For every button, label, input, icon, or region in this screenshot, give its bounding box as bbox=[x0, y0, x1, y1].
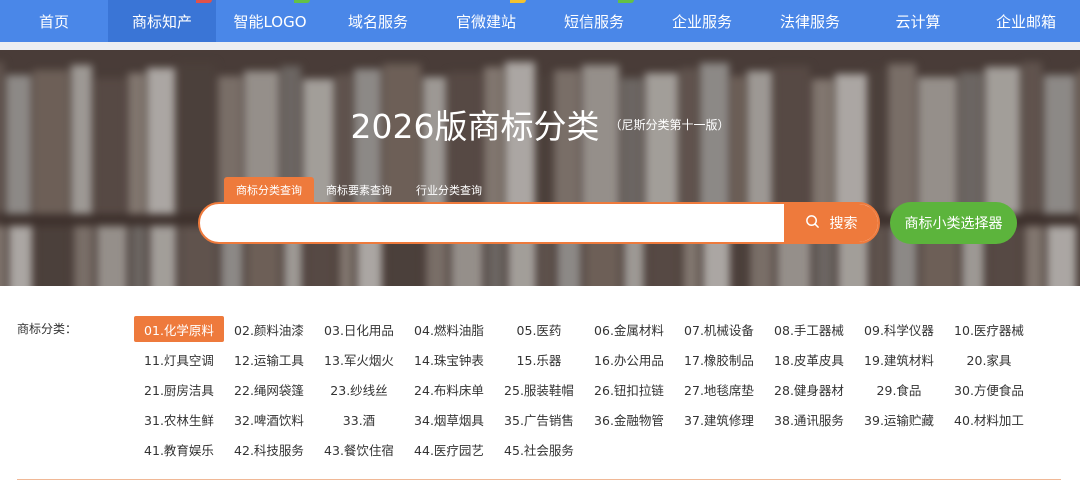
search-input[interactable] bbox=[200, 204, 784, 242]
category-item[interactable]: 03.日化用品 bbox=[314, 316, 404, 342]
category-item[interactable]: 10.医疗器械 bbox=[944, 316, 1034, 342]
category-item[interactable]: 32.啤酒饮料 bbox=[224, 406, 314, 432]
category-item[interactable]: 09.科学仪器 bbox=[854, 316, 944, 342]
category-item[interactable]: 21.厨房洁具 bbox=[134, 376, 224, 402]
search-button-label: 搜索 bbox=[829, 216, 858, 232]
search-button[interactable]: 搜索 bbox=[784, 204, 878, 242]
category-item[interactable]: 39.运输贮藏 bbox=[854, 406, 944, 432]
category-item[interactable]: 27.地毯席垫 bbox=[674, 376, 764, 402]
nav-badge-icon bbox=[618, 0, 634, 3]
category-item[interactable]: 16.办公用品 bbox=[584, 346, 674, 372]
category-item[interactable]: 30.方便食品 bbox=[944, 376, 1034, 402]
category-item[interactable]: 42.科技服务 bbox=[224, 436, 314, 462]
category-item[interactable]: 22.绳网袋篷 bbox=[224, 376, 314, 402]
nav-badge-icon bbox=[196, 0, 212, 3]
nav-item-9[interactable]: 企业邮箱 bbox=[972, 0, 1080, 42]
category-item[interactable]: 12.运输工具 bbox=[224, 346, 314, 372]
category-label: 商标分类： bbox=[17, 322, 78, 336]
category-item[interactable]: 02.颜料油漆 bbox=[224, 316, 314, 342]
nav-item-label: 首页 bbox=[38, 12, 69, 31]
category-item[interactable]: 28.健身器材 bbox=[764, 376, 854, 402]
divider-line bbox=[17, 479, 1061, 480]
nav-item-8[interactable]: 云计算 bbox=[864, 0, 972, 42]
search-tab-0[interactable]: 商标分类查询 bbox=[224, 177, 314, 202]
category-item[interactable]: 01.化学原料 bbox=[134, 316, 224, 342]
page-subtitle: （尼斯分类第十一版） bbox=[609, 117, 730, 132]
subclass-picker-button[interactable]: 商标小类选择器 bbox=[890, 202, 1017, 244]
nav-item-label: 短信服务 bbox=[563, 12, 624, 31]
category-item[interactable]: 34.烟草烟具 bbox=[404, 406, 494, 432]
nav-item-2[interactable]: 智能LOGO bbox=[216, 0, 324, 42]
category-item[interactable]: 05.医药 bbox=[494, 316, 584, 342]
hero-title-block: 2026版商标分类 （尼斯分类第十一版） bbox=[0, 100, 1080, 148]
category-item[interactable]: 36.金融物管 bbox=[584, 406, 674, 432]
nav-item-label: 智能LOGO bbox=[233, 12, 307, 31]
nav-item-label: 域名服务 bbox=[347, 12, 408, 31]
category-item[interactable]: 24.布料床单 bbox=[404, 376, 494, 402]
category-item[interactable]: 17.橡胶制品 bbox=[674, 346, 764, 372]
nav-item-label: 商标知产 bbox=[131, 12, 192, 31]
category-item[interactable]: 20.家具 bbox=[944, 346, 1034, 372]
category-item[interactable]: 26.钮扣拉链 bbox=[584, 376, 674, 402]
category-item[interactable]: 11.灯具空调 bbox=[134, 346, 224, 372]
page-title: 2026版商标分类 bbox=[350, 107, 600, 146]
nav-item-6[interactable]: 企业服务 bbox=[648, 0, 756, 42]
nav-item-3[interactable]: 域名服务 bbox=[324, 0, 432, 42]
category-item[interactable]: 04.燃料油脂 bbox=[404, 316, 494, 342]
category-grid: 01.化学原料 02.颜料油漆 03.日化用品 04.燃料油脂 05.医药 06.金属材料… bbox=[134, 316, 1054, 466]
nav-item-5[interactable]: 短信服务 bbox=[540, 0, 648, 42]
nav-item-label: 法律服务 bbox=[779, 12, 840, 31]
category-item[interactable]: 08.手工器械 bbox=[764, 316, 854, 342]
category-item[interactable]: 06.金属材料 bbox=[584, 316, 674, 342]
nav-item-1[interactable]: 商标知产 bbox=[108, 0, 216, 42]
category-item[interactable]: 35.广告销售 bbox=[494, 406, 584, 432]
category-item[interactable]: 38.通讯服务 bbox=[764, 406, 854, 432]
nav-badge-icon bbox=[510, 0, 526, 3]
category-item[interactable]: 45.社会服务 bbox=[494, 436, 584, 462]
category-item[interactable]: 44.医疗园艺 bbox=[404, 436, 494, 462]
category-item[interactable]: 29.食品 bbox=[854, 376, 944, 402]
nav-item-label: 企业邮箱 bbox=[995, 12, 1056, 31]
category-item[interactable]: 43.餐饮住宿 bbox=[314, 436, 404, 462]
nav-badge-icon bbox=[294, 0, 310, 3]
top-nav: 首页 商标知产 智能LOGO 域名服务 官微建站 短信服务 企业服务 法律服务 云计算 企业邮箱 bbox=[0, 0, 1080, 42]
category-item[interactable]: 13.军火烟火 bbox=[314, 346, 404, 372]
search-tab-2[interactable]: 行业分类查询 bbox=[404, 177, 494, 202]
hero-banner: 2026版商标分类 （尼斯分类第十一版） 商标分类查询 商标要素查询 行业分类查询 搜… bbox=[0, 50, 1080, 286]
category-item[interactable]: 33.酒 bbox=[314, 406, 404, 432]
nav-item-7[interactable]: 法律服务 bbox=[756, 0, 864, 42]
category-item[interactable]: 37.建筑修理 bbox=[674, 406, 764, 432]
category-item[interactable]: 07.机械设备 bbox=[674, 316, 764, 342]
nav-item-4[interactable]: 官微建站 bbox=[432, 0, 540, 42]
nav-item-label: 官微建站 bbox=[455, 12, 516, 31]
nav-divider-strip bbox=[0, 42, 1080, 50]
category-item[interactable]: 14.珠宝钟表 bbox=[404, 346, 494, 372]
category-item[interactable]: 18.皮革皮具 bbox=[764, 346, 854, 372]
category-item[interactable]: 31.农林生鲜 bbox=[134, 406, 224, 432]
category-item[interactable]: 19.建筑材料 bbox=[854, 346, 944, 372]
nav-item-label: 云计算 bbox=[895, 12, 941, 31]
nav-item-label: 企业服务 bbox=[671, 12, 732, 31]
search-box: 搜索 bbox=[198, 202, 880, 244]
category-item[interactable]: 25.服装鞋帽 bbox=[494, 376, 584, 402]
category-item[interactable]: 41.教育娱乐 bbox=[134, 436, 224, 462]
category-item[interactable]: 40.材料加工 bbox=[944, 406, 1034, 432]
category-item[interactable]: 23.纱线丝 bbox=[314, 376, 404, 402]
search-icon bbox=[805, 214, 820, 233]
category-item[interactable]: 15.乐器 bbox=[494, 346, 584, 372]
search-tab-1[interactable]: 商标要素查询 bbox=[314, 177, 404, 202]
search-tabs: 商标分类查询 商标要素查询 行业分类查询 bbox=[224, 177, 494, 202]
nav-item-0[interactable]: 首页 bbox=[0, 0, 108, 42]
